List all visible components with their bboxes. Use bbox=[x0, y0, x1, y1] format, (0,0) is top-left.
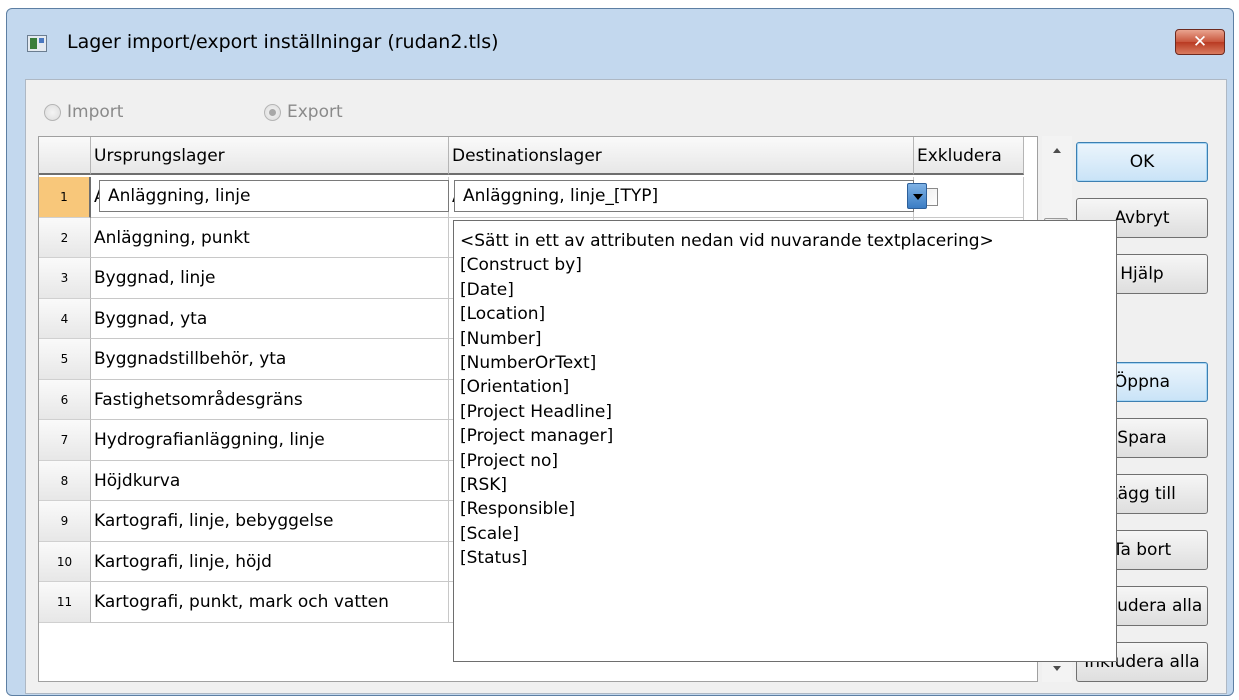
import-label: Import bbox=[67, 102, 124, 122]
dialog-window: Lager import/export inställningar (rudan… bbox=[6, 8, 1234, 696]
column-header-destination[interactable]: Destinationslager bbox=[449, 137, 914, 175]
source-layer-cell[interactable]: Kartografi, linje, bebyggelse bbox=[91, 501, 449, 542]
dropdown-item[interactable]: [Responsible] bbox=[454, 497, 1116, 521]
source-layer-cell[interactable]: Anläggning, punkt bbox=[91, 217, 449, 258]
row-number[interactable]: 2 bbox=[39, 217, 91, 258]
dropdown-item[interactable]: [Project no] bbox=[454, 449, 1116, 473]
close-button[interactable]: ✕ bbox=[1175, 29, 1225, 55]
row-header-corner bbox=[39, 137, 91, 175]
dropdown-item[interactable]: [Orientation] bbox=[454, 375, 1116, 399]
column-header-exclude[interactable]: Exkludera bbox=[914, 137, 1024, 175]
source-layer-cell[interactable]: Byggnad, linje bbox=[91, 258, 449, 299]
import-radio[interactable]: Import bbox=[44, 102, 123, 122]
dropdown-item[interactable]: [NumberOrText] bbox=[454, 351, 1116, 375]
destination-combobox[interactable]: Anläggning, linje_[TYP] bbox=[454, 180, 914, 212]
row-number[interactable]: 1 bbox=[39, 177, 91, 218]
source-layer-cell[interactable]: Kartografi, linje, höjd bbox=[91, 541, 449, 582]
ok-button[interactable]: OK bbox=[1076, 142, 1208, 182]
column-header-source[interactable]: Ursprungslager bbox=[91, 137, 449, 175]
window-title: Lager import/export inställningar (rudan… bbox=[67, 31, 499, 53]
title-bar[interactable]: Lager import/export inställningar (rudan… bbox=[7, 9, 1233, 73]
dropdown-item[interactable]: [Project manager] bbox=[454, 424, 1116, 448]
export-radio[interactable]: Export bbox=[264, 102, 343, 122]
row-number[interactable]: 8 bbox=[39, 460, 91, 501]
row-number[interactable]: 10 bbox=[39, 541, 91, 582]
row-number[interactable]: 5 bbox=[39, 339, 91, 380]
dropdown-item[interactable]: [Location] bbox=[454, 302, 1116, 326]
chevron-down-icon[interactable] bbox=[907, 183, 927, 209]
source-layer-cell[interactable]: Byggnadstillbehör, yta bbox=[91, 339, 449, 380]
export-label: Export bbox=[287, 102, 343, 122]
row-number[interactable]: 3 bbox=[39, 258, 91, 299]
source-edit-field[interactable]: Anläggning, linje bbox=[99, 180, 449, 212]
dropdown-item[interactable]: <Sätt in ett av attributen nedan vid nuv… bbox=[454, 229, 1116, 253]
exclude-cell bbox=[914, 177, 1024, 218]
row-number[interactable]: 9 bbox=[39, 501, 91, 542]
row-number[interactable]: 6 bbox=[39, 379, 91, 420]
radio-import-circle[interactable] bbox=[44, 103, 61, 121]
scroll-up-icon[interactable] bbox=[1042, 136, 1072, 164]
dropdown-item[interactable]: [Project Headline] bbox=[454, 400, 1116, 424]
source-layer-cell[interactable]: Hydrografianläggning, linje bbox=[91, 420, 449, 461]
source-layer-cell[interactable]: Byggnad, yta bbox=[91, 298, 449, 339]
dropdown-item[interactable]: [Construct by] bbox=[454, 253, 1116, 277]
dialog-content: Import Export Ursprungslager Destination… bbox=[25, 79, 1227, 694]
dropdown-item[interactable]: [Scale] bbox=[454, 522, 1116, 546]
dropdown-item[interactable]: [RSK] bbox=[454, 473, 1116, 497]
dropdown-item[interactable]: [Date] bbox=[454, 278, 1116, 302]
radio-export-circle[interactable] bbox=[264, 103, 281, 121]
app-icon bbox=[27, 35, 47, 52]
row-number[interactable]: 7 bbox=[39, 420, 91, 461]
source-layer-cell[interactable]: Kartografi, punkt, mark och vatten bbox=[91, 582, 449, 623]
source-layer-cell[interactable]: Fastighetsområdesgräns bbox=[91, 379, 449, 420]
dropdown-item[interactable]: [Number] bbox=[454, 327, 1116, 351]
row-number[interactable]: 4 bbox=[39, 298, 91, 339]
dropdown-item[interactable]: [Status] bbox=[454, 546, 1116, 570]
row-number[interactable]: 11 bbox=[39, 582, 91, 623]
destination-dropdown-list[interactable]: <Sätt in ett av attributen nedan vid nuv… bbox=[453, 220, 1117, 662]
source-layer-cell[interactable]: Höjdkurva bbox=[91, 460, 449, 501]
